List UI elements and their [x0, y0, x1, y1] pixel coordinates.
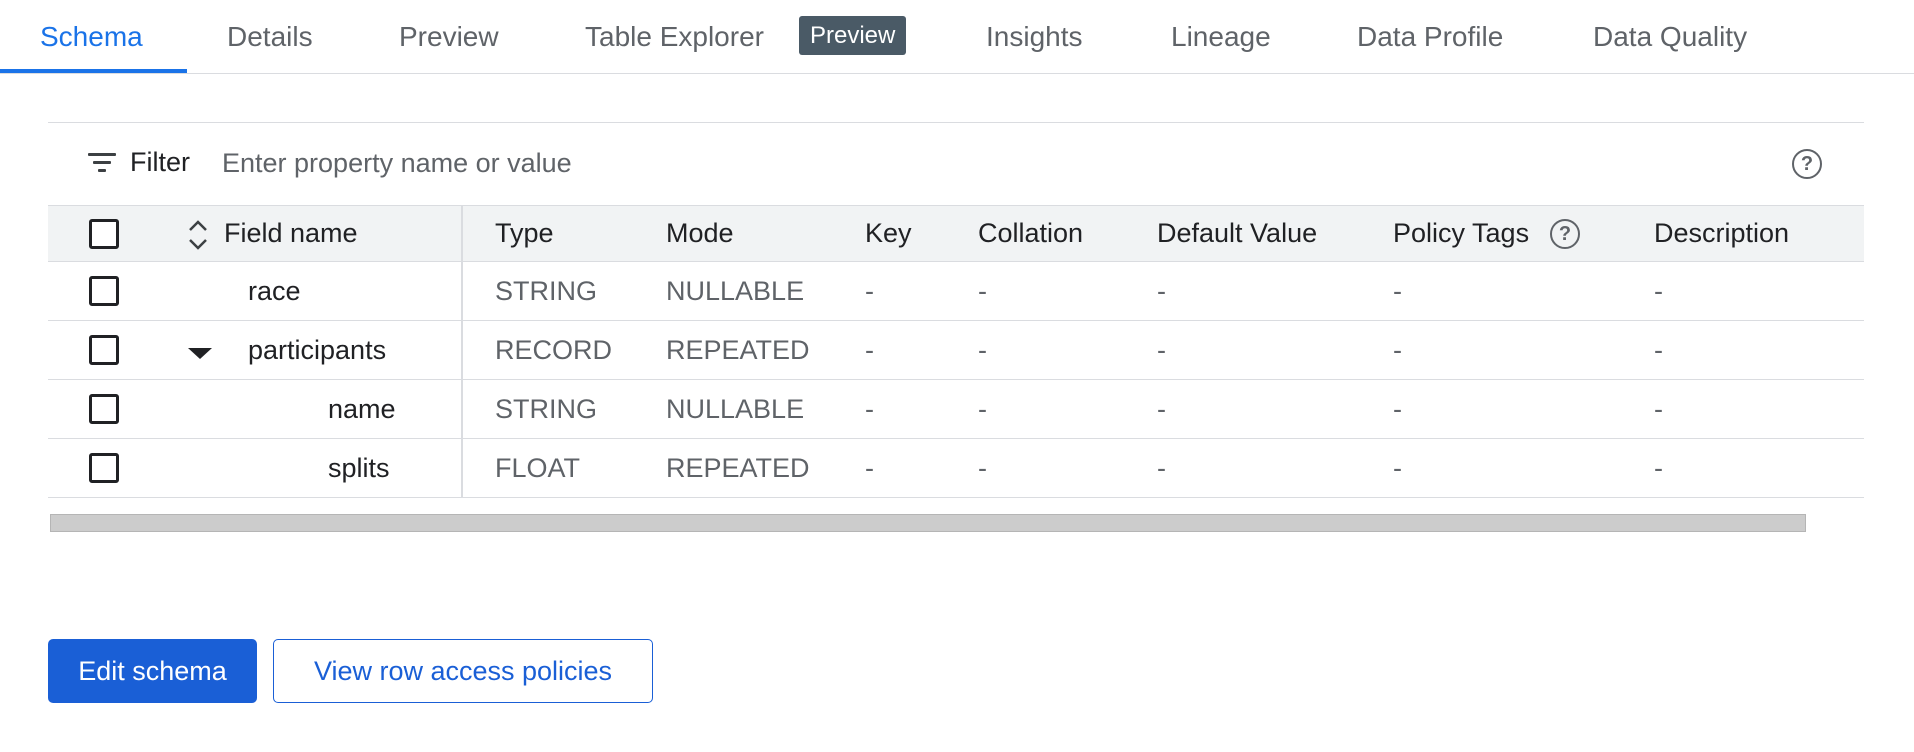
header-policy-tags: Policy Tags	[1393, 218, 1530, 248]
header-mode: Mode	[666, 218, 734, 248]
tab-details[interactable]: Details	[227, 0, 313, 74]
view-row-access-policies-button[interactable]: View row access policies	[273, 639, 653, 703]
select-all-checkbox[interactable]	[89, 219, 119, 249]
field-key: -	[865, 452, 874, 483]
header-key: Key	[865, 218, 912, 248]
field-name: name	[328, 393, 396, 424]
field-type: STRING	[495, 393, 598, 424]
field-name: race	[248, 275, 301, 306]
preview-badge: Preview	[799, 16, 907, 55]
table-row: splits FLOAT REPEATED - - - - -	[48, 439, 1864, 498]
field-name: participants	[248, 334, 387, 365]
filter-icon[interactable]	[88, 151, 116, 175]
column-divider[interactable]	[461, 206, 463, 261]
tab-data-quality[interactable]: Data Quality	[1593, 0, 1747, 74]
field-description: -	[1654, 334, 1663, 365]
collapse-arrow-icon[interactable]	[188, 348, 212, 359]
column-divider	[461, 380, 463, 438]
row-checkbox[interactable]	[89, 335, 119, 365]
header-type: Type	[495, 218, 554, 248]
field-type: STRING	[495, 275, 598, 306]
field-policy-tags: -	[1393, 452, 1402, 483]
field-policy-tags: -	[1393, 393, 1402, 424]
row-checkbox[interactable]	[89, 394, 119, 424]
field-default-value: -	[1157, 393, 1166, 424]
horizontal-scrollbar[interactable]	[50, 514, 1806, 532]
field-description: -	[1654, 393, 1663, 424]
tab-data-profile[interactable]: Data Profile	[1357, 0, 1503, 74]
tab-schema[interactable]: Schema	[40, 0, 143, 74]
field-key: -	[865, 393, 874, 424]
header-description: Description	[1654, 218, 1790, 248]
filter-input[interactable]	[220, 141, 1520, 185]
policy-tags-help-icon[interactable]: ?	[1550, 219, 1580, 249]
column-divider	[461, 321, 463, 379]
column-divider	[461, 262, 463, 320]
header-collation: Collation	[978, 218, 1084, 248]
field-type: RECORD	[495, 334, 613, 365]
header-default-value: Default Value	[1157, 218, 1318, 248]
field-collation: -	[978, 452, 987, 483]
active-tab-indicator	[0, 69, 187, 73]
field-name: splits	[328, 452, 390, 483]
field-description: -	[1654, 452, 1663, 483]
tab-preview[interactable]: Preview	[399, 0, 499, 74]
tab-insights[interactable]: Insights	[986, 0, 1083, 74]
sort-icon[interactable]	[187, 218, 209, 252]
table-header: Field name Type Mode Key Collation Defau…	[48, 205, 1864, 262]
field-collation: -	[978, 334, 987, 365]
field-key: -	[865, 275, 874, 306]
field-default-value: -	[1157, 452, 1166, 483]
field-collation: -	[978, 393, 987, 424]
table-row: race STRING NULLABLE - - - - -	[48, 262, 1864, 321]
edit-schema-button[interactable]: Edit schema	[48, 639, 257, 703]
filter-label[interactable]: Filter	[130, 147, 190, 178]
tab-lineage[interactable]: Lineage	[1171, 0, 1271, 74]
row-checkbox[interactable]	[89, 276, 119, 306]
field-key: -	[865, 334, 874, 365]
field-mode: REPEATED	[666, 452, 810, 483]
field-policy-tags: -	[1393, 275, 1402, 306]
field-description: -	[1654, 275, 1663, 306]
field-policy-tags: -	[1393, 334, 1402, 365]
field-mode: REPEATED	[666, 334, 810, 365]
row-checkbox[interactable]	[89, 453, 119, 483]
field-type: FLOAT	[495, 452, 581, 483]
field-collation: -	[978, 275, 987, 306]
field-default-value: -	[1157, 334, 1166, 365]
field-mode: NULLABLE	[666, 393, 805, 424]
header-field-name[interactable]: Field name	[224, 206, 358, 261]
column-divider	[461, 439, 463, 497]
table-row: participants RECORD REPEATED - - - - -	[48, 321, 1864, 380]
tab-bar: Schema Details Preview Table Explorer Pr…	[0, 0, 1914, 74]
schema-table: Field name Type Mode Key Collation Defau…	[48, 205, 1864, 498]
field-mode: NULLABLE	[666, 275, 805, 306]
tab-table-explorer[interactable]: Table Explorer	[585, 0, 764, 74]
filter-bar: Filter ?	[48, 122, 1864, 205]
table-row: name STRING NULLABLE - - - - -	[48, 380, 1864, 439]
field-default-value: -	[1157, 275, 1166, 306]
help-icon[interactable]: ?	[1792, 149, 1822, 179]
